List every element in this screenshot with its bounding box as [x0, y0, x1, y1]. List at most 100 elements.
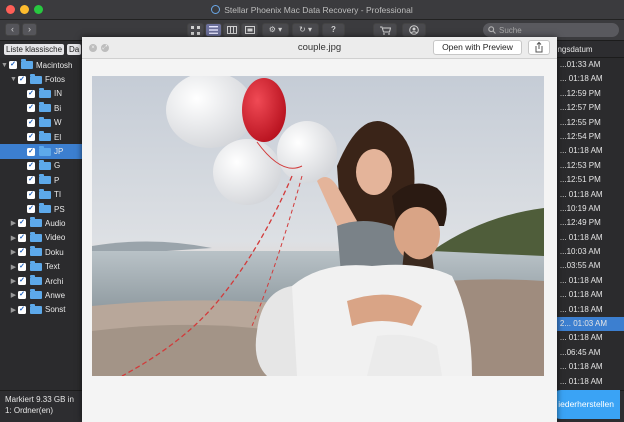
- share-button[interactable]: [528, 40, 550, 55]
- status-text: Markiert 9.33 GB in 1: Ordner(en): [5, 395, 74, 415]
- tree-row[interactable]: ✓ PS: [0, 202, 82, 216]
- disclosure-triangle-icon[interactable]: ▼: [9, 76, 18, 83]
- folder-icon: [39, 87, 51, 98]
- search-placeholder: Suche: [499, 25, 522, 35]
- tree-label: W: [54, 118, 62, 128]
- preview-image: [92, 76, 544, 376]
- list-view-icon[interactable]: [205, 23, 222, 37]
- checkbox[interactable]: ✓: [27, 89, 35, 98]
- disclosure-triangle-icon[interactable]: ▶: [9, 219, 18, 227]
- history-icon[interactable]: ↻ ▾: [292, 23, 319, 37]
- cart-icon[interactable]: [373, 23, 397, 37]
- folder-icon: [30, 289, 42, 300]
- disclosure-triangle-icon[interactable]: ▶: [9, 263, 18, 271]
- window-title: Stellar Phoenix Mac Data Recovery - Prof…: [224, 4, 413, 15]
- disclosure-triangle-icon[interactable]: ▶: [9, 277, 18, 285]
- checkbox[interactable]: ✓: [18, 262, 26, 271]
- tree-label: Video: [45, 233, 66, 243]
- gear-icon[interactable]: ⚙ ▾: [262, 23, 289, 37]
- tree-row[interactable]: ▶ ✓ Doku: [0, 245, 82, 259]
- checkbox[interactable]: ✓: [18, 75, 26, 84]
- checkbox[interactable]: ✓: [27, 147, 35, 156]
- tree-row[interactable]: ▶ ✓ Text: [0, 259, 82, 273]
- forward-button[interactable]: ›: [22, 23, 37, 36]
- tree-label: Fotos: [45, 75, 66, 85]
- tree-row[interactable]: ✓ IN: [0, 87, 82, 101]
- checkbox[interactable]: ✓: [18, 291, 26, 300]
- tree-row[interactable]: ▶ ✓ Video: [0, 231, 82, 245]
- tree-row[interactable]: ✓ El: [0, 130, 82, 144]
- checkbox[interactable]: ✓: [18, 248, 26, 257]
- disclosure-triangle-icon[interactable]: ▶: [9, 248, 18, 256]
- tree-row[interactable]: ▶ ✓ Sonst: [0, 303, 82, 317]
- tree-label: JP: [54, 147, 64, 157]
- restore-button[interactable]: iederherstellen: [548, 390, 620, 419]
- folder-icon: [30, 217, 42, 228]
- title-bar: Stellar Phoenix Mac Data Recovery - Prof…: [0, 0, 624, 20]
- disclosure-triangle-icon[interactable]: ▼: [0, 62, 9, 69]
- tree-row[interactable]: ▶ ✓ Archi: [0, 274, 82, 288]
- tree-label: Sonst: [45, 305, 66, 315]
- share-icon: [535, 41, 543, 53]
- tree-row[interactable]: ✓ TI: [0, 188, 82, 202]
- folder-icon: [39, 188, 51, 199]
- tree-label: P: [54, 175, 60, 185]
- tree-label: TI: [54, 190, 62, 200]
- tree-label: IN: [54, 89, 62, 99]
- checkbox[interactable]: ✓: [18, 305, 26, 314]
- checkbox[interactable]: ✓: [27, 104, 35, 113]
- folder-icon: [21, 59, 33, 70]
- tree-row[interactable]: ✓ P: [0, 173, 82, 187]
- tree-row[interactable]: ✓ JP: [0, 144, 82, 159]
- tree-label: Audio: [45, 218, 66, 228]
- tab-classic-list[interactable]: Liste klassische: [4, 44, 65, 55]
- checkbox[interactable]: ✓: [27, 190, 35, 199]
- folder-icon: [39, 116, 51, 127]
- back-button[interactable]: ‹: [5, 23, 20, 36]
- quicklook-window: × ⤢ couple.jpg Open with Preview: [82, 37, 557, 422]
- tree-row[interactable]: ▼ ✓ Macintosh: [0, 58, 82, 72]
- view-tabs: Liste klassische Da: [0, 41, 82, 58]
- tree-row[interactable]: ▶ ✓ Anwe: [0, 288, 82, 302]
- tab-file-type[interactable]: Da: [67, 44, 82, 55]
- tree-label: Doku: [45, 247, 64, 257]
- tree-label: PS: [54, 204, 65, 214]
- grid-view-icon[interactable]: [187, 23, 204, 37]
- minimize-window-button[interactable]: [20, 5, 29, 14]
- tree-row[interactable]: ✓ G: [0, 159, 82, 173]
- checkbox[interactable]: ✓: [27, 176, 35, 185]
- close-window-button[interactable]: [6, 5, 15, 14]
- preview-view-icon[interactable]: [241, 23, 258, 37]
- tree-row[interactable]: ✓ Bi: [0, 101, 82, 115]
- folder-tree: ▼ ✓ Macintosh ▼ ✓ Fotos ✓ IN ✓ Bi ✓ W ✓ El ✓ JP ✓ G ✓ P ✓ TI ✓…: [0, 58, 82, 390]
- folder-icon: [39, 102, 51, 113]
- checkbox[interactable]: ✓: [27, 118, 35, 127]
- column-view-icon[interactable]: [223, 23, 240, 37]
- folder-icon: [39, 159, 51, 170]
- quicklook-title-bar: × ⤢ couple.jpg Open with Preview: [82, 37, 557, 59]
- tree-row[interactable]: ✓ W: [0, 116, 82, 130]
- help-icon[interactable]: ?: [322, 23, 345, 37]
- open-with-preview-button[interactable]: Open with Preview: [433, 40, 522, 55]
- tree-label: El: [54, 132, 62, 142]
- checkbox[interactable]: ✓: [27, 161, 35, 170]
- checkbox[interactable]: ✓: [27, 205, 35, 214]
- account-icon[interactable]: [402, 23, 426, 37]
- search-field[interactable]: Suche: [483, 23, 619, 37]
- zoom-window-button[interactable]: [34, 5, 43, 14]
- folder-icon: [30, 246, 42, 257]
- checkbox[interactable]: ✓: [18, 219, 26, 228]
- disclosure-triangle-icon[interactable]: ▶: [9, 291, 18, 299]
- checkbox[interactable]: ✓: [9, 61, 17, 70]
- tree-row[interactable]: ▼ ✓ Fotos: [0, 72, 82, 86]
- disclosure-triangle-icon[interactable]: ▶: [9, 234, 18, 242]
- folder-icon: [30, 303, 42, 314]
- checkbox[interactable]: ✓: [18, 277, 26, 286]
- search-icon: [488, 26, 496, 34]
- disclosure-triangle-icon[interactable]: ▶: [9, 306, 18, 314]
- tree-row[interactable]: ▶ ✓ Audio: [0, 216, 82, 230]
- checkbox[interactable]: ✓: [18, 233, 26, 242]
- tree-label: Macintosh: [36, 60, 73, 70]
- checkbox[interactable]: ✓: [27, 133, 35, 142]
- tree-label: Bi: [54, 103, 62, 113]
